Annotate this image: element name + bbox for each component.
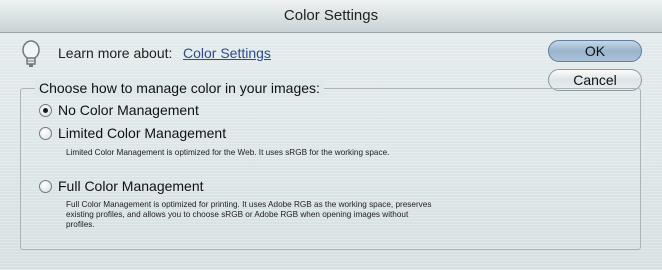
ok-button[interactable]: OK — [548, 40, 642, 62]
learn-more-label: Learn more about: — [58, 45, 173, 61]
color-settings-help-link[interactable]: Color Settings — [183, 45, 271, 61]
window-titlebar: Color Settings — [0, 0, 662, 33]
lightbulb-icon — [22, 40, 40, 67]
full-color-management-radio[interactable] — [39, 180, 52, 193]
limited-color-management-radio[interactable] — [39, 127, 52, 140]
limited-color-management-description: Limited Color Management is optimized fo… — [66, 148, 390, 157]
no-color-management-label[interactable]: No Color Management — [58, 102, 199, 118]
full-color-management-description-line-1: Full Color Management is optimized for p… — [66, 200, 432, 209]
full-color-management-description-line-2: existing profiles, and allows you to cho… — [66, 210, 409, 219]
full-color-management-description-line-3: profiles. — [66, 220, 95, 229]
limited-color-management-label[interactable]: Limited Color Management — [58, 125, 226, 141]
group-title: Choose how to manage color in your image… — [35, 80, 324, 96]
no-color-management-radio[interactable] — [39, 104, 52, 117]
full-color-management-label[interactable]: Full Color Management — [58, 178, 204, 194]
window-title: Color Settings — [283, 7, 379, 24]
